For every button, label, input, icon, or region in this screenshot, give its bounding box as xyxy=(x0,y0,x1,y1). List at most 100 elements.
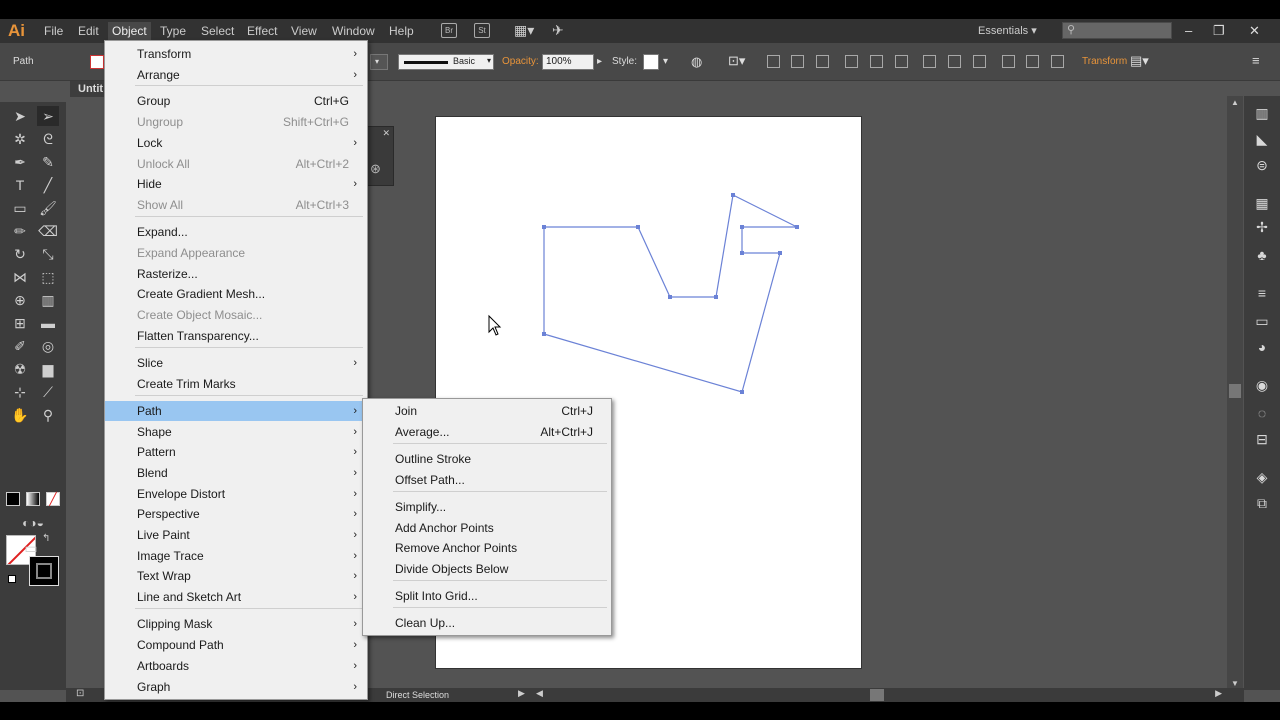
curvature-tool-icon[interactable]: ✎ xyxy=(37,152,59,172)
slice-tool-icon[interactable]: ⟋ xyxy=(37,382,59,402)
gradient-mode-icon[interactable] xyxy=(26,492,40,506)
distribute-horizontal-center-icon[interactable] xyxy=(1026,55,1039,68)
object-menu-create-object-mosaic[interactable]: Create Object Mosaic... xyxy=(105,305,367,325)
artboard-tool-icon[interactable]: ⊹ xyxy=(9,382,31,402)
object-menu-graph[interactable]: Graph › xyxy=(105,677,367,697)
scroll-left-icon[interactable]: ◀ xyxy=(536,688,543,699)
path-menu-average[interactable]: Average... Alt+Ctrl+J xyxy=(363,422,611,442)
drawing-modes-icon[interactable]: ◐◑◒ xyxy=(6,515,60,531)
shape-builder-tool-icon[interactable]: ⊕ xyxy=(9,290,31,310)
align-to-selection-icon[interactable]: ⊡▾ xyxy=(728,53,745,69)
style-dropdown-icon[interactable]: ▾ xyxy=(663,56,668,67)
symbols-icon[interactable]: ♣ xyxy=(1253,246,1271,264)
align-top-icon[interactable] xyxy=(845,55,858,68)
perspective-grid-tool-icon[interactable]: ▥ xyxy=(37,290,59,310)
menu-object[interactable]: Object xyxy=(108,22,151,40)
menu-window[interactable]: Window xyxy=(328,22,379,40)
screen-mode-icon[interactable]: ▭ xyxy=(20,538,42,558)
object-menu-arrange[interactable]: Arrange › xyxy=(105,65,367,85)
object-menu-show-all[interactable]: Show All Alt+Ctrl+3 xyxy=(105,195,367,215)
stock-button[interactable]: St xyxy=(474,23,490,38)
panel-symbol-icon[interactable]: ⊛ xyxy=(370,161,381,177)
graphic-styles-icon[interactable]: ◌ xyxy=(1253,404,1271,422)
object-menu-shape[interactable]: Shape › xyxy=(105,422,367,442)
floating-panel[interactable]: ✕ ⊛ xyxy=(366,126,394,186)
free-transform-tool-icon[interactable]: ⬚ xyxy=(37,267,59,287)
object-menu-hide[interactable]: Hide › xyxy=(105,174,367,194)
rectangle-tool-icon[interactable]: ▭ xyxy=(9,198,31,218)
path-menu-split-into-grid[interactable]: Split Into Grid... xyxy=(363,586,611,606)
object-menu-text-wrap[interactable]: Text Wrap › xyxy=(105,566,367,586)
object-menu-unlock-all[interactable]: Unlock All Alt+Ctrl+2 xyxy=(105,154,367,174)
close-button[interactable]: ✕ xyxy=(1249,19,1260,43)
gpu-performance-icon[interactable]: ✈ xyxy=(548,21,568,39)
align-vertical-center-icon[interactable] xyxy=(870,55,883,68)
color-guide-icon[interactable]: ◣ xyxy=(1253,130,1271,148)
arrange-documents-icon[interactable]: ▦▾ xyxy=(510,21,538,39)
menu-effect[interactable]: Effect xyxy=(243,22,281,40)
object-menu-transform[interactable]: Transform › xyxy=(105,44,367,64)
symbol-sprayer-tool-icon[interactable]: ☢ xyxy=(9,359,31,379)
align-right-icon[interactable] xyxy=(816,55,829,68)
menu-file[interactable]: File xyxy=(40,22,67,40)
object-menu-expand-appearance[interactable]: Expand Appearance xyxy=(105,243,367,263)
fill-color-swatch[interactable] xyxy=(90,55,104,69)
object-menu-expand[interactable]: Expand... xyxy=(105,222,367,242)
path-menu-add-anchor-points[interactable]: Add Anchor Points xyxy=(363,518,611,538)
menu-edit[interactable]: Edit xyxy=(74,22,103,40)
stroke-swatch[interactable] xyxy=(29,556,59,586)
menu-view[interactable]: View xyxy=(287,22,321,40)
eyedropper-tool-icon[interactable]: ✐ xyxy=(9,336,31,356)
help-search-input[interactable]: ⚲ xyxy=(1062,22,1172,39)
status-arrow-icon[interactable]: ▶ xyxy=(518,688,525,699)
selection-tool-icon[interactable]: ➤ xyxy=(9,106,31,126)
line-tool-icon[interactable]: ╱ xyxy=(37,175,59,195)
workspace-switcher[interactable]: Essentials ▾ xyxy=(978,19,1037,43)
lasso-tool-icon[interactable]: ᘓ xyxy=(37,129,59,149)
stroke-profile-dropdown[interactable]: Basic ▾ xyxy=(398,54,494,70)
distribute-top-icon[interactable] xyxy=(923,55,936,68)
scale-tool-icon[interactable]: ⤡ xyxy=(37,244,59,264)
layers-icon[interactable]: ◈ xyxy=(1253,468,1271,486)
object-menu-artboards[interactable]: Artboards › xyxy=(105,656,367,676)
distribute-bottom-icon[interactable] xyxy=(973,55,986,68)
opacity-arrow-icon[interactable]: ▸ xyxy=(597,56,602,67)
zoom-tool-icon[interactable]: ⚲ xyxy=(37,405,59,425)
isolate-icon[interactable]: ▤▾ xyxy=(1130,53,1149,69)
object-menu-live-paint[interactable]: Live Paint › xyxy=(105,525,367,545)
menu-type[interactable]: Type xyxy=(156,22,190,40)
stroke-panel-icon[interactable]: ≡ xyxy=(1253,284,1271,302)
menu-help[interactable]: Help xyxy=(385,22,418,40)
pencil-tool-icon[interactable]: ✏ xyxy=(9,221,31,241)
object-menu-blend[interactable]: Blend › xyxy=(105,463,367,483)
pen-tool-icon[interactable]: ✒ xyxy=(9,152,31,172)
path-menu-offset-path[interactable]: Offset Path... xyxy=(363,470,611,490)
opacity-input[interactable]: 100% xyxy=(542,54,594,70)
transparency-icon[interactable]: ◕ xyxy=(1253,338,1271,356)
mesh-tool-icon[interactable]: ⊞ xyxy=(9,313,31,333)
restore-button[interactable]: ❐ xyxy=(1213,19,1225,43)
column-graph-tool-icon[interactable]: ▆ xyxy=(37,359,59,379)
gradient-tool-icon[interactable]: ▬ xyxy=(37,313,59,333)
scroll-down-icon[interactable]: ▼ xyxy=(1231,679,1239,688)
object-menu-ungroup[interactable]: Ungroup Shift+Ctrl+G xyxy=(105,112,367,132)
zoom-level-icon[interactable]: ⊡ xyxy=(76,688,84,699)
recolor-icon[interactable]: ◍ xyxy=(691,54,702,70)
path-menu-outline-stroke[interactable]: Outline Stroke xyxy=(363,449,611,469)
horizontal-scroll-thumb[interactable] xyxy=(870,689,884,701)
current-tool-status[interactable]: Direct Selection xyxy=(386,688,449,702)
panel-close-icon[interactable]: ✕ xyxy=(382,128,390,139)
object-menu-create-trim-marks[interactable]: Create Trim Marks xyxy=(105,374,367,394)
align-left-icon[interactable] xyxy=(767,55,780,68)
path-menu-divide-objects-below[interactable]: Divide Objects Below xyxy=(363,559,611,579)
gradient-panel-icon[interactable]: ▭ xyxy=(1253,312,1271,330)
opacity-label[interactable]: Opacity: xyxy=(502,56,539,67)
align-panel-icon[interactable]: ⊟ xyxy=(1253,430,1271,448)
object-menu-image-trace[interactable]: Image Trace › xyxy=(105,546,367,566)
vertical-scroll-thumb[interactable] xyxy=(1229,384,1241,398)
type-tool-icon[interactable]: T xyxy=(9,175,31,195)
object-menu-line-and-sketch-art[interactable]: Line and Sketch Art › xyxy=(105,587,367,607)
magic-wand-tool-icon[interactable]: ✲ xyxy=(9,129,31,149)
none-mode-icon[interactable]: ╱ xyxy=(46,492,60,506)
color-mode-icon[interactable] xyxy=(6,492,20,506)
